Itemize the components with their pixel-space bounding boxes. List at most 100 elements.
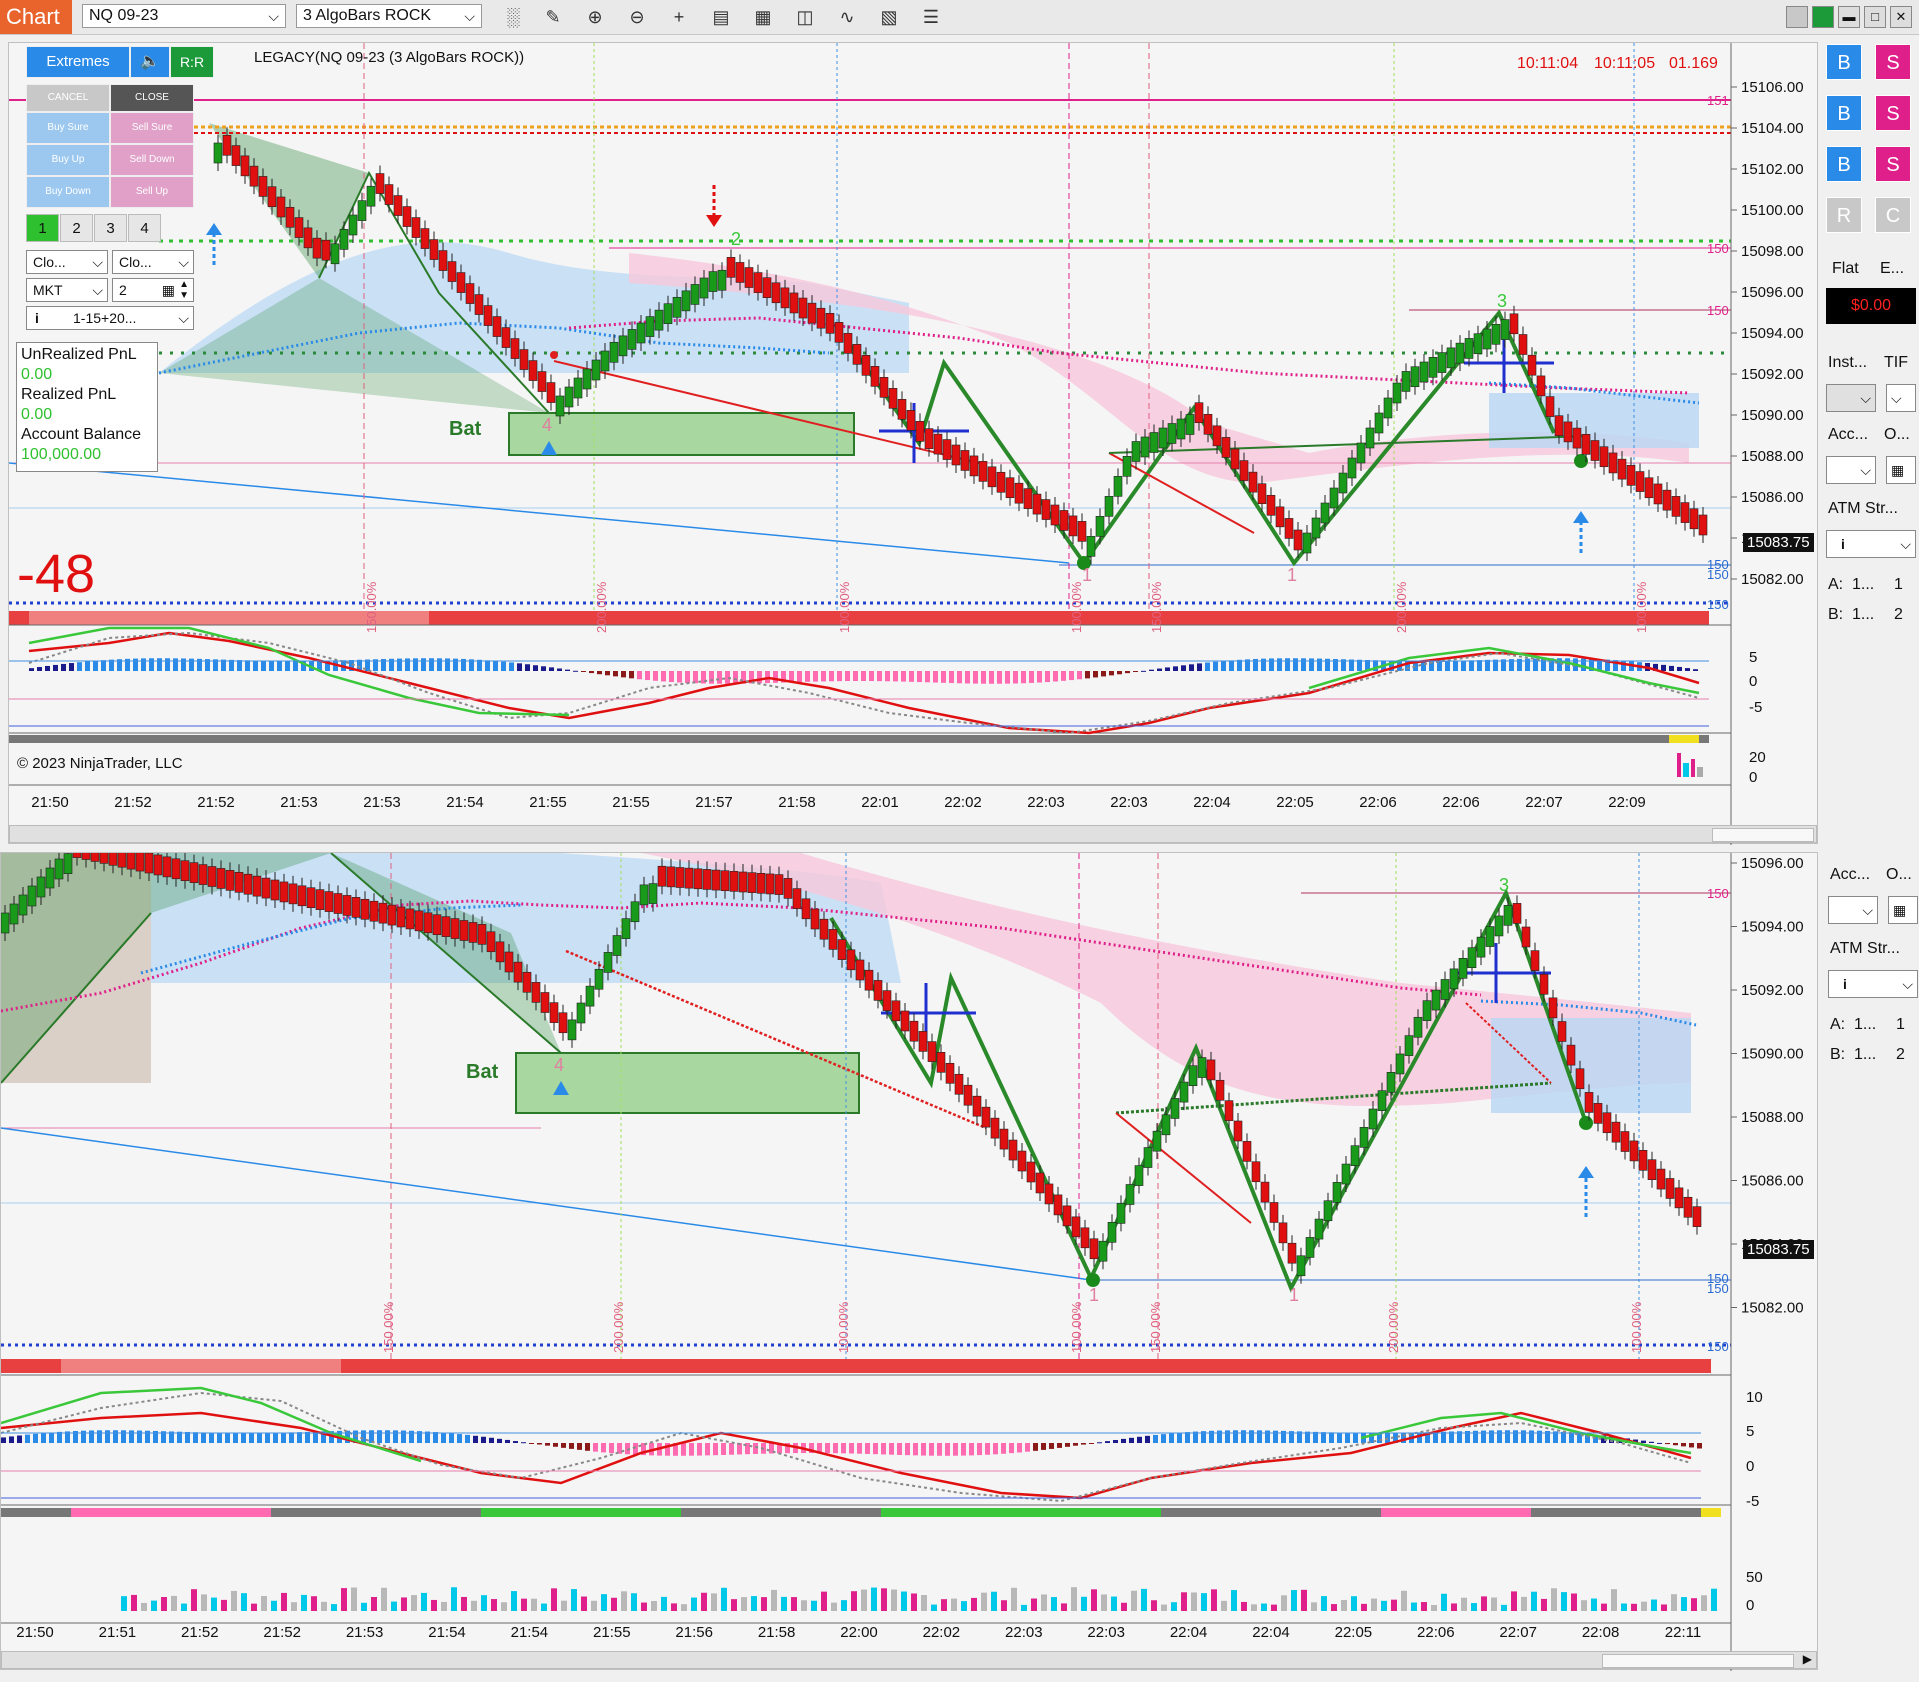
account-select[interactable]: ⌵ xyxy=(1826,456,1876,484)
osc-bar xyxy=(1173,666,1178,671)
minimize-icon[interactable]: ▬ xyxy=(1838,6,1860,28)
candle-body xyxy=(1512,903,1522,924)
tab-2[interactable]: 2 xyxy=(60,214,93,242)
buy-button-3[interactable]: B xyxy=(1826,146,1862,182)
maximize-icon[interactable]: □ xyxy=(1864,6,1886,28)
volume-bar xyxy=(1291,1590,1297,1611)
close-select-2[interactable]: Clo... ⌵ xyxy=(112,250,194,274)
zoom-in-icon[interactable]: ⊕ xyxy=(582,5,608,29)
sell-sure-button[interactable]: Sell Sure xyxy=(110,112,194,144)
candle-body xyxy=(387,904,397,926)
candle-body xyxy=(261,877,271,899)
sound-icon[interactable]: 🔈 xyxy=(130,46,170,78)
minimize-panel-icon[interactable] xyxy=(1786,6,1808,28)
osc-bar xyxy=(905,1443,910,1456)
osc-bar xyxy=(1057,1443,1062,1448)
candle-body xyxy=(213,142,223,164)
buy-button-2[interactable]: B xyxy=(1826,95,1862,131)
candle-body xyxy=(771,282,781,304)
scrollbar-thumb-top[interactable] xyxy=(1712,828,1814,842)
sell-button-3[interactable]: S xyxy=(1875,146,1911,182)
tab-3[interactable]: 3 xyxy=(94,214,127,242)
osc-bar xyxy=(677,671,682,683)
strategies-icon[interactable]: ▦ xyxy=(750,5,776,29)
buy-up-button[interactable]: Buy Up xyxy=(26,144,110,176)
candle-body xyxy=(927,1041,937,1062)
calculator-icon[interactable]: ▦ xyxy=(1888,896,1918,924)
calculator-icon[interactable]: ▦ xyxy=(1886,456,1916,484)
buy-down-button[interactable]: Buy Down xyxy=(26,176,110,208)
a-row-num-2: 1 xyxy=(1896,1016,1905,1033)
instrument-selector[interactable]: NQ 09-23 ⌵ xyxy=(82,4,286,28)
volume-bar xyxy=(1121,1602,1127,1611)
tab-1[interactable]: 1 xyxy=(26,214,59,242)
horizontal-scrollbar-bottom[interactable]: ▶ xyxy=(1,1651,1817,1669)
draw-tool-icon[interactable]: ✎ xyxy=(540,5,566,29)
osc-bar xyxy=(433,1432,438,1443)
sell-button-2[interactable]: S xyxy=(1875,95,1911,131)
atm-strategy-select[interactable]: i 1-15+20... ⌵ xyxy=(26,306,194,330)
top-chart-panel: 15106.00 15104.00 15102.00 15100.00 15098.00… xyxy=(8,42,1818,845)
scrollbar-thumb-bottom[interactable] xyxy=(1602,1654,1794,1668)
bar-style-icon[interactable]: ░ xyxy=(500,5,526,29)
list-icon[interactable]: ☰ xyxy=(918,5,944,29)
horizontal-scrollbar-top[interactable] xyxy=(9,825,1817,843)
indicators-icon[interactable]: ◫ xyxy=(792,5,818,29)
osc-bar xyxy=(421,658,426,671)
extremes-button[interactable]: Extremes xyxy=(26,46,130,78)
candle-body xyxy=(189,862,199,883)
volume-bar xyxy=(861,1589,867,1611)
candle-body xyxy=(1422,1000,1432,1021)
candle-body xyxy=(1302,532,1312,554)
state-strip-top xyxy=(9,735,1709,743)
bar-type-selector[interactable]: 3 AlgoBars ROCK ⌵ xyxy=(296,4,482,28)
candle-body xyxy=(699,277,709,299)
osc-tick-label: 0 xyxy=(1749,673,1758,690)
quantity-stepper[interactable]: 2 ▦ ▲ ▼ xyxy=(112,278,194,302)
instrument-select[interactable]: ⌵ xyxy=(1826,384,1876,412)
osc-bar xyxy=(149,658,154,671)
osc-bar xyxy=(1093,671,1098,678)
chart-tab[interactable]: Chart xyxy=(0,0,72,34)
instrument-value: NQ 09-23 xyxy=(89,7,159,24)
data-box-icon[interactable]: ▤ xyxy=(708,5,734,29)
time-tick-label: 22:03 xyxy=(1087,1624,1125,1641)
account-select-2[interactable]: ⌵ xyxy=(1828,896,1878,924)
calculator-icon[interactable]: ▦ xyxy=(162,279,175,301)
reverse-button[interactable]: R xyxy=(1826,197,1862,233)
stepper-arrows-icon[interactable]: ▲ ▼ xyxy=(179,279,189,301)
close-button[interactable]: CLOSE xyxy=(110,84,194,112)
properties-icon[interactable]: ▧ xyxy=(876,5,902,29)
templates-icon[interactable]: ∿ xyxy=(834,5,860,29)
close-position-button[interactable]: C xyxy=(1875,197,1911,233)
last-price-badge: 15083.75 xyxy=(1743,533,1814,552)
sell-up-button[interactable]: Sell Up xyxy=(110,176,194,208)
link-color-icon[interactable] xyxy=(1812,6,1834,28)
osc-bar xyxy=(501,661,506,671)
buy-sure-button[interactable]: Buy Sure xyxy=(26,112,110,144)
rr-button[interactable]: R:R xyxy=(170,46,214,78)
candle-body xyxy=(834,322,844,343)
buy-button-1[interactable]: B xyxy=(1826,44,1862,80)
volume-bar xyxy=(1451,1603,1457,1611)
atm-strategy-select-right[interactable]: i ⌵ xyxy=(1826,530,1916,558)
scroll-right-icon[interactable]: ▶ xyxy=(1803,1652,1812,1666)
candle-body xyxy=(411,217,421,238)
candle-body xyxy=(1059,510,1069,531)
volume-tick-label: 50 xyxy=(1746,1569,1763,1586)
atm-strategy-select-right-2[interactable]: i ⌵ xyxy=(1828,970,1918,998)
sell-down-button[interactable]: Sell Down xyxy=(110,144,194,176)
osc-bar xyxy=(517,663,522,671)
close-select-1[interactable]: Clo... ⌵ xyxy=(26,250,108,274)
volume-bar xyxy=(1101,1594,1107,1611)
zoom-out-icon[interactable]: ⊖ xyxy=(624,5,650,29)
crosshair-icon[interactable]: + xyxy=(666,5,692,29)
sell-button-1[interactable]: S xyxy=(1875,44,1911,80)
tif-select[interactable]: ⌵ xyxy=(1886,384,1916,412)
chevron-down-icon: ⌵ xyxy=(178,254,189,270)
order-type-select[interactable]: MKT ⌵ xyxy=(26,278,108,302)
cancel-button[interactable]: CANCEL xyxy=(26,84,110,112)
candle-body xyxy=(360,898,370,920)
tab-4[interactable]: 4 xyxy=(128,214,161,242)
close-icon[interactable]: ✕ xyxy=(1890,6,1912,28)
